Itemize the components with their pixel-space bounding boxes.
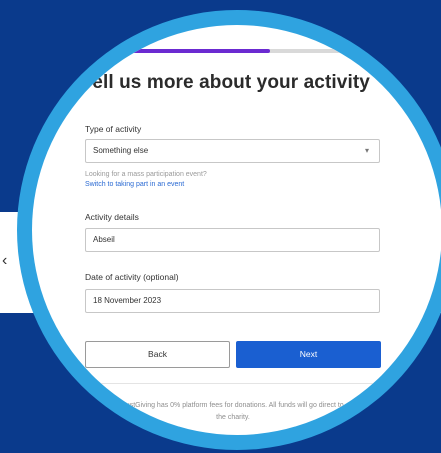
activity-details-input[interactable]: Abseil [85, 228, 380, 252]
switch-to-event-link[interactable]: Switch to taking part in an event [85, 181, 184, 188]
date-of-activity-input[interactable]: 18 November 2023 [85, 289, 380, 313]
progress-bar [130, 49, 380, 53]
activity-details-label: Activity details [85, 212, 139, 222]
date-of-activity-label: Date of activity (optional) [85, 272, 179, 282]
partial-glyph: ‹ [2, 252, 8, 269]
circle-frame: Tell us more about your activity Type of… [17, 10, 441, 450]
circle-content: Tell us more about your activity Type of… [32, 25, 441, 435]
progress-fill [130, 49, 270, 53]
type-of-activity-label: Type of activity [85, 124, 142, 134]
mass-participation-help: Looking for a mass participation event? [85, 171, 207, 178]
type-of-activity-value: Something else [93, 146, 149, 155]
date-of-activity-value: 18 November 2023 [93, 296, 162, 305]
activity-details-value: Abseil [93, 235, 115, 244]
back-button[interactable]: Back [85, 341, 230, 368]
divider [85, 383, 381, 384]
platform-fees-note: JustGiving has 0% platform fees for dona… [122, 402, 344, 421]
type-of-activity-select[interactable]: Something else ▾ [85, 139, 380, 163]
next-button[interactable]: Next [236, 341, 381, 368]
chevron-down-icon: ▾ [364, 146, 369, 155]
page-title: Tell us more about your activity [82, 72, 370, 93]
